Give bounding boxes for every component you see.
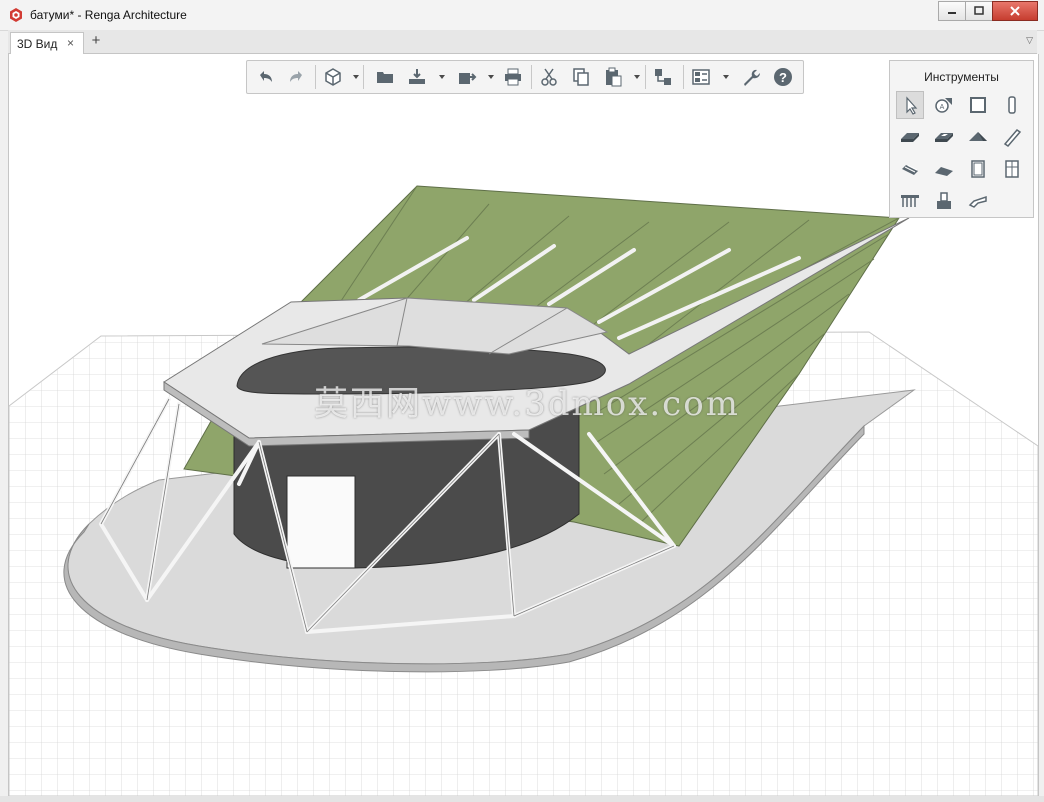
- svg-text:A: A: [940, 104, 945, 111]
- tab-close-button[interactable]: ×: [67, 36, 74, 50]
- tool-select[interactable]: [896, 91, 924, 119]
- paste-dropdown-arrow[interactable]: [634, 75, 640, 79]
- tool-wall[interactable]: [964, 91, 992, 119]
- document-tab-bar: 3D Вид × + ▽: [8, 30, 1037, 54]
- tool-roof[interactable]: [964, 123, 992, 151]
- duct-icon: [968, 195, 987, 208]
- watermark: 莫西网www.3dmox.com: [314, 384, 740, 424]
- settings-wrench-icon[interactable]: [741, 67, 761, 87]
- cut-icon[interactable]: [539, 67, 559, 87]
- tab-3d-view[interactable]: 3D Вид ×: [10, 32, 84, 54]
- roof-icon: [969, 132, 987, 141]
- door-icon: [1005, 160, 1019, 178]
- tools-panel-title: Инструменты: [924, 70, 999, 84]
- tool-column[interactable]: [998, 91, 1026, 119]
- import-dropdown-arrow[interactable]: [439, 75, 445, 79]
- maximize-button[interactable]: [965, 1, 993, 21]
- minimize-icon: [948, 12, 956, 14]
- tool-window[interactable]: [964, 155, 992, 183]
- export-icon[interactable]: [457, 67, 477, 87]
- tab-label: 3D Вид: [17, 37, 58, 51]
- minimize-button[interactable]: [938, 1, 966, 21]
- export-dropdown-arrow[interactable]: [488, 75, 494, 79]
- copy-icon[interactable]: [571, 67, 591, 87]
- import-icon[interactable]: [407, 67, 427, 87]
- drum-opening: [286, 475, 356, 569]
- close-icon: [1010, 6, 1020, 16]
- tool-stair[interactable]: [896, 155, 924, 183]
- title-bar: батуми* - Renga Architecture: [0, 0, 1044, 31]
- view-cube-icon[interactable]: [323, 67, 343, 87]
- tab-list-menu-button[interactable]: ▽: [1026, 35, 1033, 46]
- window-title: батуми* - Renga Architecture: [30, 8, 187, 22]
- undo-icon[interactable]: [255, 67, 275, 87]
- 3d-model-scene[interactable]: [9, 54, 1038, 796]
- svg-text:?: ?: [779, 70, 787, 85]
- tool-ramp[interactable]: [930, 155, 958, 183]
- select-icon: [906, 96, 918, 115]
- tool-floor[interactable]: [896, 123, 924, 151]
- level-icon: A: [935, 98, 952, 113]
- close-button[interactable]: [992, 1, 1038, 21]
- window-bottom-border: [0, 796, 1044, 802]
- paste-icon[interactable]: [603, 67, 623, 87]
- tool-level[interactable]: A: [930, 91, 958, 119]
- maximize-icon: [974, 6, 984, 15]
- view-toolbar: ?: [246, 60, 804, 94]
- tool-duct[interactable]: [964, 187, 992, 215]
- floor-icon: [901, 133, 919, 142]
- column-icon: [1008, 96, 1016, 114]
- tool-door[interactable]: [998, 155, 1026, 183]
- add-tab-button[interactable]: +: [88, 33, 104, 49]
- tools-panel: Инструменты A: [889, 60, 1034, 218]
- stair-icon: [902, 165, 918, 175]
- equipment-icon: [937, 192, 951, 209]
- tool-railing[interactable]: [896, 187, 924, 215]
- structure-icon[interactable]: [653, 67, 673, 87]
- redo-icon[interactable]: [287, 67, 307, 87]
- tool-opening[interactable]: [930, 123, 958, 151]
- tool-equipment[interactable]: [930, 187, 958, 215]
- tool-beam[interactable]: [998, 123, 1026, 151]
- railing-icon: [901, 195, 919, 207]
- wall-icon: [970, 97, 986, 113]
- opening-icon: [935, 133, 953, 142]
- beam-icon: [1003, 129, 1022, 147]
- print-icon[interactable]: [503, 67, 523, 87]
- view-dropdown-arrow[interactable]: [353, 75, 359, 79]
- 3d-viewport[interactable]: 莫西网www.3dmox.com ? Инструменты A: [8, 54, 1039, 796]
- layers-icon[interactable]: [691, 67, 711, 87]
- layers-dropdown-arrow[interactable]: [723, 75, 729, 79]
- ramp-icon: [935, 167, 953, 176]
- open-folder-icon[interactable]: [375, 67, 395, 87]
- window-icon: [971, 160, 985, 178]
- renga-logo-icon: [10, 8, 22, 22]
- help-icon[interactable]: ?: [773, 67, 793, 87]
